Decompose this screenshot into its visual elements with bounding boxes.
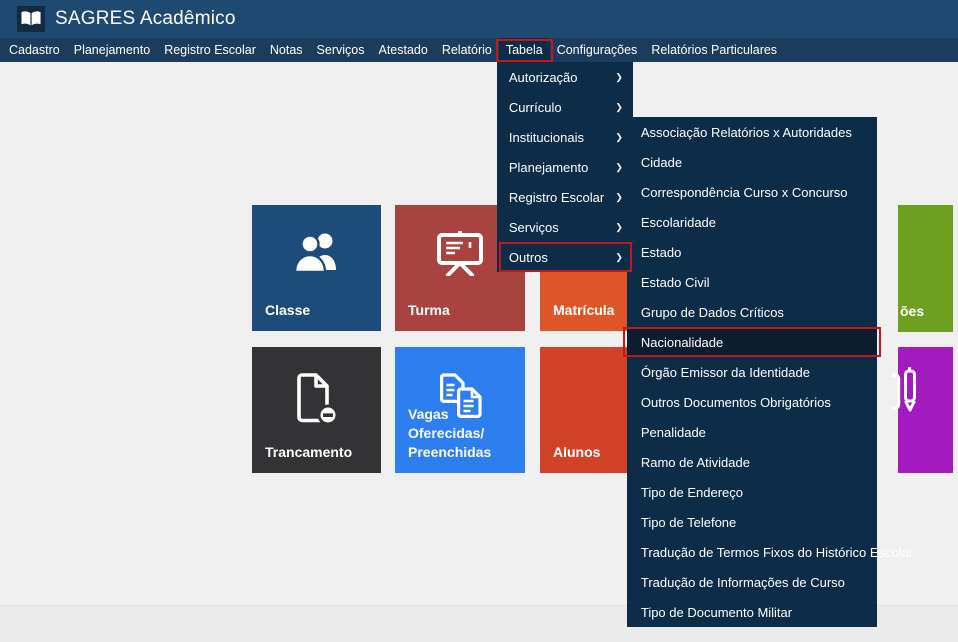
- submenu-item-correspondencia-curso-x-concurso[interactable]: Correspondência Curso x Concurso: [627, 177, 877, 207]
- menu-item-relatorios-particulares[interactable]: Relatórios Particulares: [644, 38, 784, 62]
- submenu-item-label: Estado: [641, 245, 681, 260]
- chevron-right-icon: ❯: [615, 162, 623, 173]
- tile-label: Vagas Oferecidas/ Preenchidas: [408, 405, 520, 462]
- submenu-item-label: Tipo de Documento Militar: [641, 605, 792, 620]
- dropdown-item-planejamento[interactable]: Planejamento ❯: [497, 152, 633, 182]
- menu-item-label: Relatório: [442, 43, 492, 57]
- app-header: SAGRES Acadêmico: [0, 0, 958, 38]
- submenu-item-tipo-de-endereco[interactable]: Tipo de Endereço: [627, 477, 877, 507]
- menubar: Cadastro Planejamento Registro Escolar N…: [0, 38, 958, 62]
- chevron-right-icon: ❯: [615, 72, 623, 83]
- submenu-item-label: Estado Civil: [641, 275, 710, 290]
- submenu-item-label: Tipo de Telefone: [641, 515, 736, 530]
- dropdown-item-label: Outros: [509, 250, 548, 265]
- submenu-item-tipo-de-telefone[interactable]: Tipo de Telefone: [627, 507, 877, 537]
- menu-item-registro-escolar[interactable]: Registro Escolar: [157, 38, 263, 62]
- submenu-item-estado[interactable]: Estado: [627, 237, 877, 267]
- dropdown-item-label: Currículo: [509, 100, 562, 115]
- submenu-item-label: Tipo de Endereço: [641, 485, 743, 500]
- tile-label: Classe: [265, 301, 377, 320]
- menu-item-label: Serviços: [317, 43, 365, 57]
- dropdown-item-label: Autorização: [509, 70, 578, 85]
- submenu-item-tipo-de-documento-militar[interactable]: Tipo de Documento Militar: [627, 597, 877, 627]
- submenu-item-label: Tradução de Informações de Curso: [641, 575, 845, 590]
- menu-item-servicos[interactable]: Serviços: [310, 38, 372, 62]
- dropdown-item-servicos[interactable]: Serviços ❯: [497, 212, 633, 242]
- menu-item-label: Planejamento: [74, 43, 150, 57]
- tile-label: ões: [900, 302, 958, 321]
- app-logo: [17, 6, 45, 32]
- menu-item-notas[interactable]: Notas: [263, 38, 310, 62]
- tabela-dropdown-menu: Autorização ❯ Currículo ❯ Institucionais…: [497, 62, 633, 272]
- submenu-item-label: Nacionalidade: [641, 335, 723, 350]
- app-title: SAGRES Acadêmico: [55, 8, 236, 30]
- submenu-item-label: Outros Documentos Obrigatórios: [641, 395, 831, 410]
- menu-item-label: Cadastro: [9, 43, 60, 57]
- dropdown-item-label: Institucionais: [509, 130, 584, 145]
- submenu-item-traducao-de-informacoes-de-curso[interactable]: Tradução de Informações de Curso: [627, 567, 877, 597]
- menu-item-tabela[interactable]: Tabela Autorização ❯ Currículo ❯ Institu…: [499, 38, 550, 62]
- submenu-item-ramo-de-atividade[interactable]: Ramo de Atividade: [627, 447, 877, 477]
- tile-label: Trancamento: [265, 443, 377, 462]
- chevron-right-icon: ❯: [615, 222, 623, 233]
- submenu-item-label: Tradução de Termos Fixos do Histórico Es…: [641, 545, 913, 560]
- tile-trancamento[interactable]: Trancamento: [252, 347, 381, 473]
- dropdown-item-registro-escolar[interactable]: Registro Escolar ❯: [497, 182, 633, 212]
- app-window: Classe Turma Matrícula ões Trancamento: [0, 0, 958, 642]
- submenu-item-label: Associação Relatórios x Autoridades: [641, 125, 852, 140]
- tile-partially-hidden-green[interactable]: ões: [898, 205, 953, 332]
- menu-item-label: Atestado: [378, 43, 427, 57]
- dropdown-item-curriculo[interactable]: Currículo ❯: [497, 92, 633, 122]
- menu-item-configuracoes[interactable]: Configurações: [550, 38, 645, 62]
- menu-item-label: Notas: [270, 43, 303, 57]
- presentation-board-icon: [436, 230, 484, 276]
- tile-partially-hidden-magenta[interactable]: [898, 347, 953, 473]
- dropdown-item-autorizacao[interactable]: Autorização ❯: [497, 62, 633, 92]
- outros-submenu: Associação Relatórios x Autoridades Cida…: [627, 117, 877, 627]
- submenu-item-penalidade[interactable]: Penalidade: [627, 417, 877, 447]
- submenu-item-grupo-de-dados-criticos[interactable]: Grupo de Dados Críticos: [627, 297, 877, 327]
- submenu-item-label: Ramo de Atividade: [641, 455, 750, 470]
- dropdown-item-outros[interactable]: Outros ❯: [497, 242, 633, 272]
- menu-item-planejamento[interactable]: Planejamento: [67, 38, 157, 62]
- tile-label: Turma: [408, 301, 520, 320]
- submenu-item-escolaridade[interactable]: Escolaridade: [627, 207, 877, 237]
- menu-item-atestado[interactable]: Atestado: [371, 38, 434, 62]
- submenu-item-associacao-relatorios-x-autoridades[interactable]: Associação Relatórios x Autoridades: [627, 117, 877, 147]
- tile-classe[interactable]: Classe: [252, 205, 381, 331]
- submenu-item-label: Cidade: [641, 155, 682, 170]
- pen-icon: [892, 361, 924, 423]
- submenu-item-label: Grupo de Dados Críticos: [641, 305, 784, 320]
- dropdown-item-label: Registro Escolar: [509, 190, 604, 205]
- menu-item-label: Tabela: [506, 43, 543, 57]
- dropdown-item-label: Planejamento: [509, 160, 589, 175]
- tile-vagas-oferecidas-preenchidas[interactable]: Vagas Oferecidas/ Preenchidas: [395, 347, 525, 473]
- dropdown-item-label: Serviços: [509, 220, 559, 235]
- menu-item-cadastro[interactable]: Cadastro: [2, 38, 67, 62]
- submenu-item-outros-documentos-obrigatorios[interactable]: Outros Documentos Obrigatórios: [627, 387, 877, 417]
- users-icon: [291, 230, 343, 274]
- submenu-item-nacionalidade[interactable]: Nacionalidade: [627, 327, 877, 357]
- chevron-right-icon: ❯: [615, 252, 623, 263]
- chevron-right-icon: ❯: [615, 132, 623, 143]
- menu-item-label: Configurações: [557, 43, 638, 57]
- submenu-item-orgao-emissor-da-identidade[interactable]: Órgão Emissor da Identidade: [627, 357, 877, 387]
- document-minus-icon: [294, 372, 340, 426]
- submenu-item-label: Órgão Emissor da Identidade: [641, 365, 810, 380]
- submenu-item-label: Correspondência Curso x Concurso: [641, 185, 848, 200]
- menu-item-relatorio[interactable]: Relatório: [435, 38, 499, 62]
- submenu-item-cidade[interactable]: Cidade: [627, 147, 877, 177]
- dropdown-item-institucionais[interactable]: Institucionais ❯: [497, 122, 633, 152]
- open-book-icon: [20, 10, 42, 28]
- submenu-item-traducao-termos-fixos-historico-escolar[interactable]: Tradução de Termos Fixos do Histórico Es…: [627, 537, 877, 567]
- chevron-right-icon: ❯: [615, 102, 623, 113]
- submenu-item-label: Escolaridade: [641, 215, 716, 230]
- submenu-item-estado-civil[interactable]: Estado Civil: [627, 267, 877, 297]
- chevron-right-icon: ❯: [615, 192, 623, 203]
- submenu-item-label: Penalidade: [641, 425, 706, 440]
- menu-item-label: Relatórios Particulares: [651, 43, 777, 57]
- menu-item-label: Registro Escolar: [164, 43, 256, 57]
